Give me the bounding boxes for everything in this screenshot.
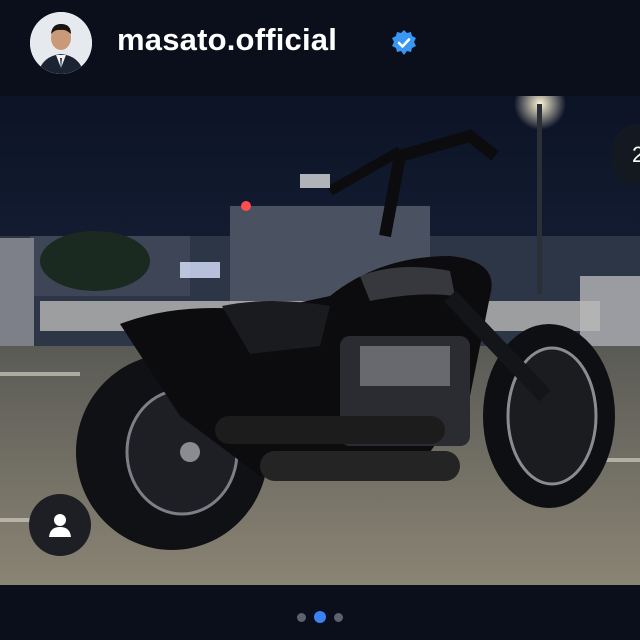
- carousel-dot: [334, 612, 343, 622]
- carousel-dot: [297, 612, 306, 622]
- username[interactable]: masato.official: [117, 22, 337, 58]
- person-tag-icon: [49, 514, 71, 537]
- post-header: masato.official: [0, 0, 640, 92]
- post-photo[interactable]: [0, 96, 640, 585]
- carousel-indicator: [0, 608, 640, 626]
- carousel-dot-active: [314, 611, 326, 623]
- avatar-image: [30, 12, 92, 74]
- tagged-people-button[interactable]: [29, 494, 91, 556]
- verified-badge-icon: [392, 30, 416, 55]
- motorcycle-photo: [0, 96, 640, 585]
- profile-avatar[interactable]: [30, 12, 92, 74]
